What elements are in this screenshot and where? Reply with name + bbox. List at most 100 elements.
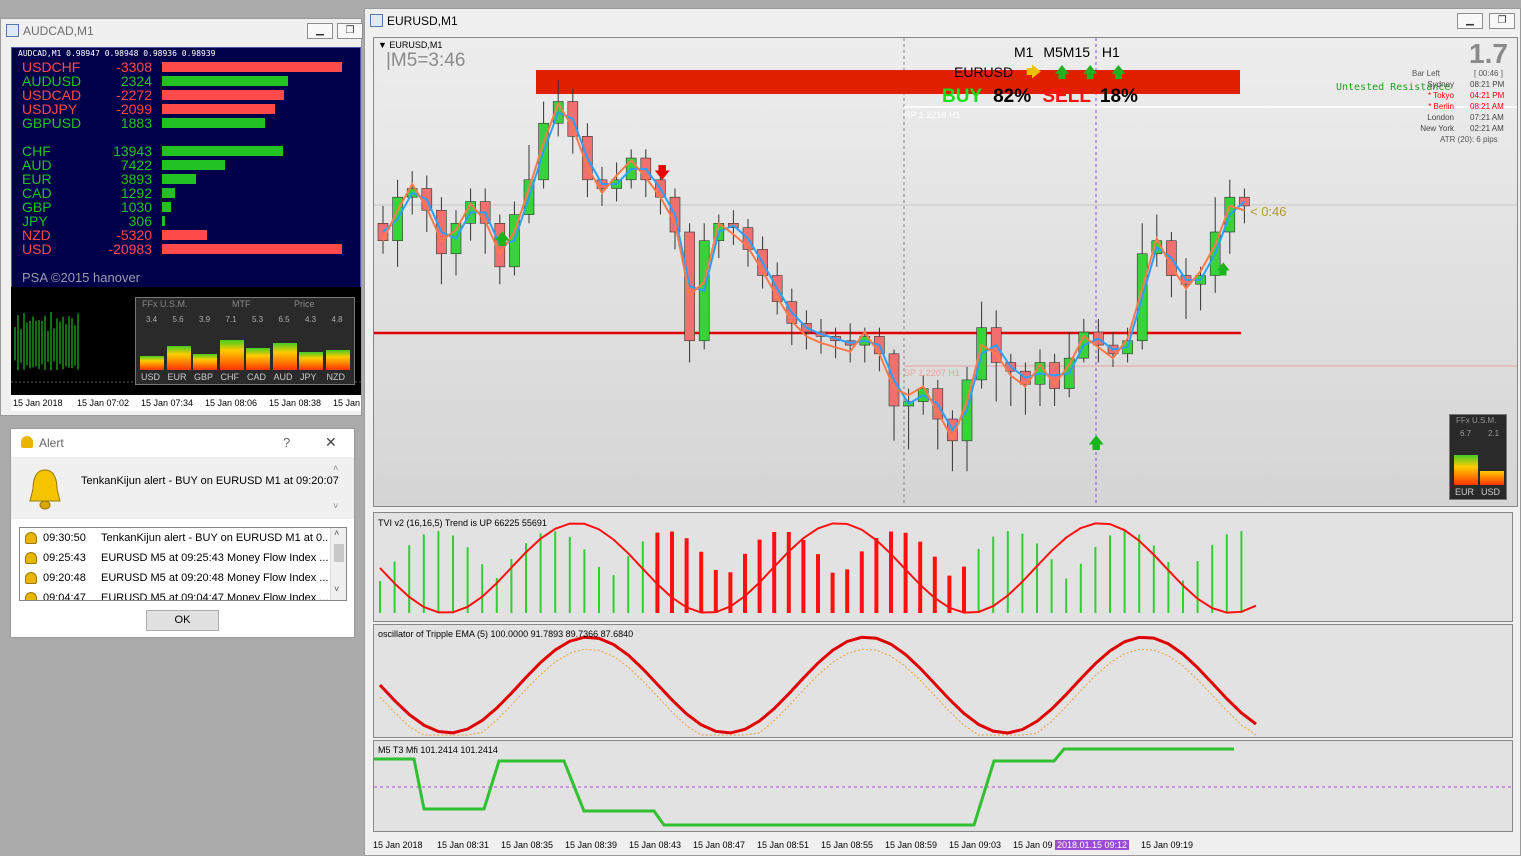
strength-bar [162, 118, 265, 128]
bell-icon [25, 572, 37, 584]
strength-symbol: CAD [22, 185, 52, 201]
strength-bar [162, 244, 342, 254]
alert-titlebar[interactable]: Alert ? ✕ [11, 429, 354, 457]
ffx-strength-bar [140, 355, 164, 370]
message-scroll-down[interactable]: ˅ [333, 501, 338, 511]
eurusd-titlebar[interactable]: EURUSD,M1 ▁ ❐ [365, 9, 1520, 33]
strength-value: 1883 [120, 115, 152, 131]
strength-symbol: USD [22, 241, 52, 257]
alert-history-row[interactable]: 09:04:47 EURUSD M5 at 09:04:47 Money Flow… [21, 588, 328, 600]
ffx-value: 7.1 [225, 315, 237, 324]
audcad-titlebar[interactable]: AUDCAD,M1 ▁ ❐ [1, 19, 363, 43]
tvi-indicator[interactable]: TVI v2 (16,16,5) Trend is UP 66225 55691 [373, 512, 1513, 622]
session-time: 08:21 AM [1470, 102, 1504, 111]
time-axis-label: 15 Jan 2018 [373, 840, 423, 850]
minimize-button[interactable]: ▁ [1457, 13, 1483, 29]
strength-bar [162, 202, 171, 212]
time-axis-label: 15 Jan 08:47 [693, 840, 746, 850]
mini-ffx-name: FFx U.S.M. [1456, 416, 1497, 425]
tf-label: M5 [1043, 44, 1063, 60]
time-axis-label: 15 Jan 2018 [13, 398, 63, 408]
alert-dialog[interactable]: Alert ? ✕ TenkanKijun alert - BUY on EUR… [10, 428, 355, 638]
price-chart[interactable]: 🡅 🡇 🡅 🡅 ▼ EURUSD,M1 |M5=3:46 M1 M5M15 H1… [373, 37, 1518, 507]
help-button[interactable]: ? [283, 435, 290, 450]
alert-history-row[interactable]: 09:25:43 EURUSD M5 at 09:25:43 Money Flow… [21, 548, 328, 568]
oscillator-indicator[interactable]: oscillator of Tripple EMA (5) 100.0000 9… [373, 624, 1513, 738]
eurusd-title: EURUSD,M1 [387, 14, 458, 28]
time-axis-label: 15 Jan [333, 398, 361, 408]
ffx-currency: NZD [326, 372, 346, 382]
time-cursor-label: 2018.01.15 09:12 [1055, 840, 1130, 850]
alert-history-row[interactable]: 09:30:50 TenkanKijun alert - BUY on EURUS… [21, 528, 328, 548]
message-scroll-up[interactable]: ˄ [333, 463, 338, 473]
strength-symbol: JPY [22, 213, 48, 229]
large-bell-icon [29, 469, 61, 510]
strength-value: 1292 [120, 185, 152, 201]
ffx-mtf: MTF [232, 299, 251, 309]
strength-bar [162, 146, 283, 156]
strength-bar [162, 188, 175, 198]
mfi-label: M5 T3 Mfi 101.2414 101.2414 [378, 745, 498, 755]
time-axis-label: 15 Jan 08:31 [437, 840, 490, 850]
mfi-indicator[interactable]: M5 T3 Mfi 101.2414 101.2414 [373, 740, 1513, 832]
tf-label: M1 [1014, 44, 1034, 60]
eurusd-time-axis: 15 Jan 2018 15 Jan 08:31 15 Jan 08:35 15 Ja… [373, 835, 1513, 853]
scrollbar-thumb[interactable] [334, 544, 344, 562]
ffx-currency: GBP [194, 372, 214, 382]
audcad-lower-chart: FFx U.S.M. MTF Price 3.4 USD 5.6 EUR 3.9 GBP 7… [11, 287, 361, 395]
ffx-strength-bar [299, 351, 323, 370]
alert-history-row[interactable]: 09:20:48 EURUSD M5 at 09:20:48 Money Flow… [21, 568, 328, 588]
timeframe-labels: M1 M5M15 H1 [1014, 44, 1120, 60]
up-arrow-icon: 🡅 [1054, 63, 1070, 81]
mfi-line [374, 747, 1512, 827]
oscillator-lines [378, 635, 1257, 736]
alert-text: EURUSD M5 at 09:25:43 Money Flow Index .… [101, 552, 328, 564]
candle-timer: |M5=3:46 [386, 50, 466, 71]
sell-percent: 18% [1099, 86, 1138, 107]
audcad-window[interactable]: AUDCAD,M1 ▁ ❐ AUDCAD,M1 0.98947 0.98948 … [0, 18, 363, 416]
ffx-value: 4.3 [305, 315, 317, 324]
candlestick-chart: 🡅 🡇 🡅 🡅 [374, 38, 1517, 506]
ffx-price: Price [294, 299, 315, 309]
close-button[interactable]: ✕ [325, 434, 337, 451]
restore-button[interactable]: ❐ [1489, 13, 1515, 29]
trend-symbol: EURUSD [954, 64, 1014, 80]
mini-ffx-value: 2.1 [1488, 429, 1500, 438]
minimize-button[interactable]: ▁ [307, 23, 333, 39]
ffx-strength-bar [193, 353, 217, 370]
strength-symbol: CHF [22, 143, 51, 159]
sell-label: SELL [1042, 86, 1091, 107]
strength-value: -2099 [116, 101, 152, 117]
ffx-value: 5.6 [172, 315, 184, 324]
strength-symbol: USDCHF [22, 59, 81, 75]
chart-window-icon [6, 24, 19, 37]
restore-button[interactable]: ❐ [337, 23, 363, 39]
mini-ffx-currency: USD [1481, 487, 1501, 497]
ffx-usm-panel: FFx U.S.M. MTF Price 3.4 USD 5.6 EUR 3.9 GBP 7… [135, 297, 355, 385]
ok-button[interactable]: OK [146, 610, 219, 631]
history-scrollbar[interactable]: ˄ ˅ [330, 528, 346, 600]
ffx-currency: USD [141, 372, 161, 382]
time-axis-label: 15 Jan 08:39 [565, 840, 618, 850]
ffx-strength-bar [325, 349, 350, 370]
strength-value: 7422 [120, 157, 152, 173]
alert-bell-icon [21, 436, 33, 448]
mini-ffx-currency: EUR [1455, 487, 1475, 497]
strength-value: 13943 [113, 143, 152, 159]
buy-arrow-icon: 🡅 [1216, 262, 1230, 278]
buy-arrow-icon: 🡅 [494, 229, 510, 248]
collapse-icon: ▼ [378, 40, 390, 50]
time-axis-label: 15 Jan 08:55 [821, 840, 874, 850]
eurusd-window[interactable]: EURUSD,M1 ▁ ❐ 🡅 🡇 🡅 🡅 ▼ EURUSD,M1 |M5=3:… [364, 8, 1521, 856]
ffx-name: FFx U.S.M. [142, 299, 188, 309]
strength-symbol: GBP [22, 199, 52, 215]
alert-time: 09:20:48 [43, 572, 86, 584]
time-axis-label: 15 Jan 09:03 [949, 840, 1002, 850]
strength-panel: AUDCAD,M1 0.98947 0.98948 0.98936 0.9893… [11, 47, 361, 307]
session-city: * Tokyo [1427, 91, 1454, 100]
strength-bar [162, 216, 165, 226]
strength-symbol: AUD [22, 157, 52, 173]
time-axis-label: 15 Jan 08:43 [629, 840, 682, 850]
sell-arrow-icon: 🡇 [654, 163, 670, 182]
alert-history-list[interactable]: 09:30:50 TenkanKijun alert - BUY on EURUS… [19, 527, 347, 601]
